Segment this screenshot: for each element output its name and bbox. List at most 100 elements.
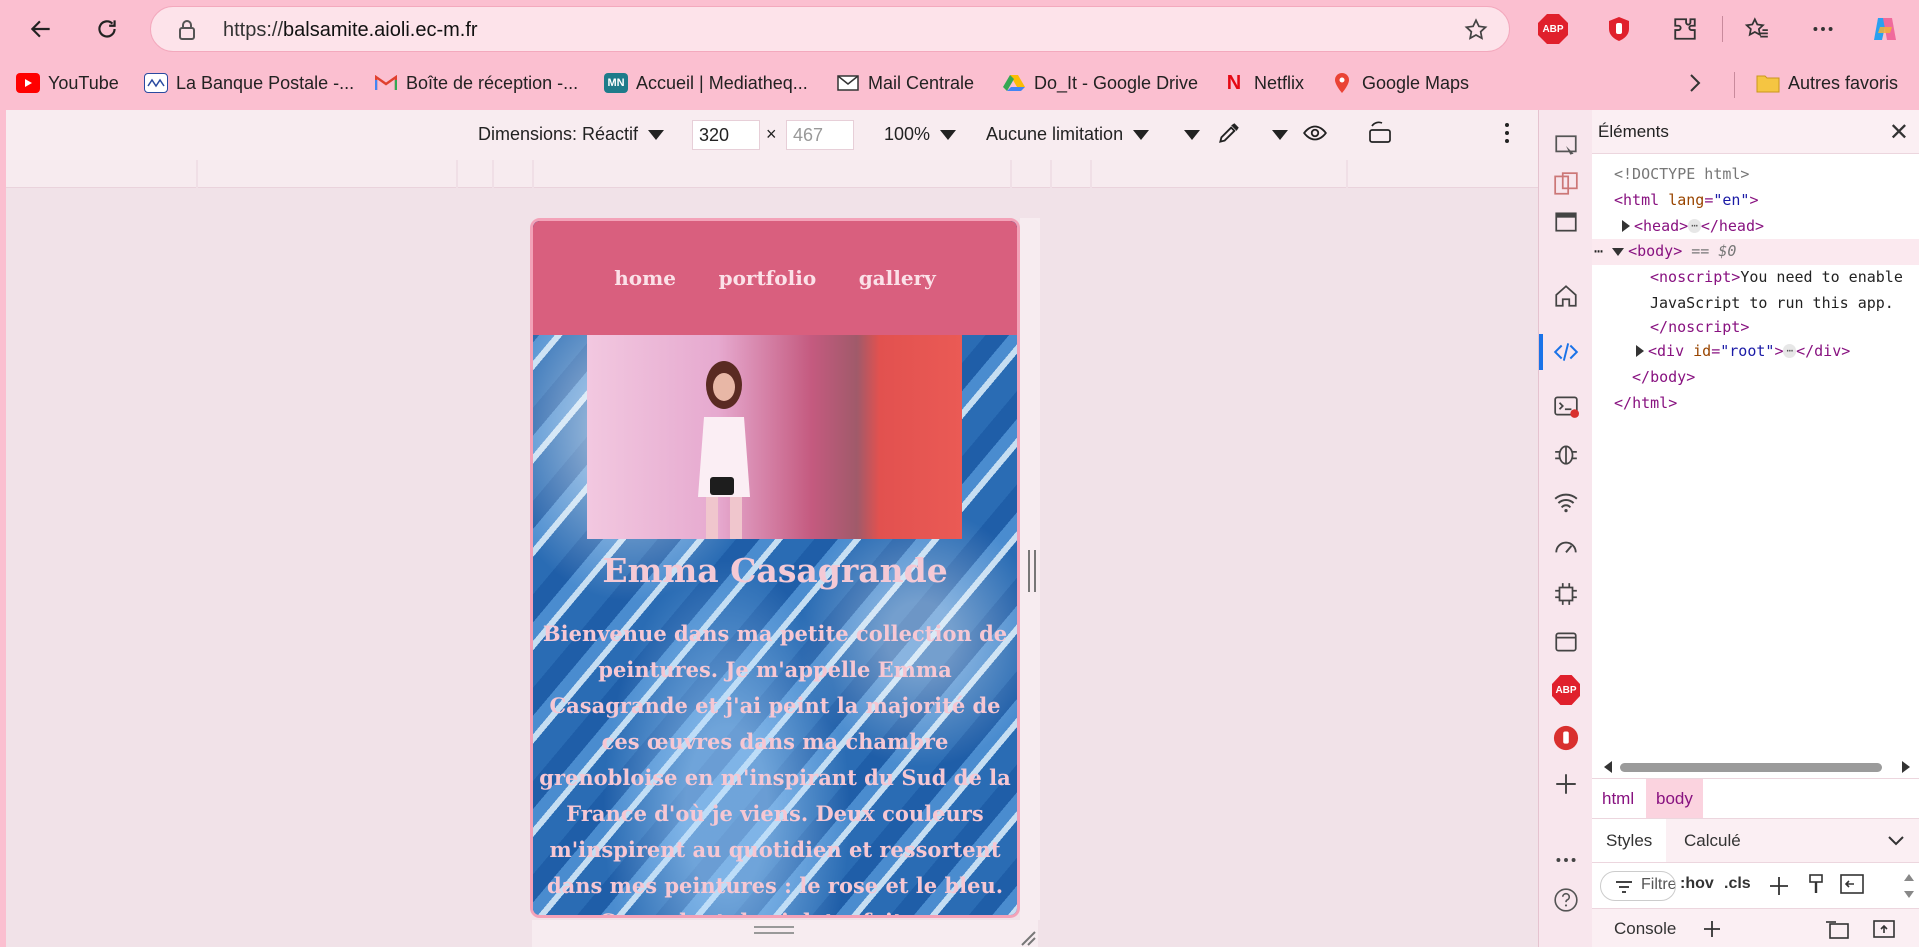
breadcrumb-body[interactable]: body	[1646, 779, 1703, 819]
dom-node-body[interactable]: ⋯ <body> == $0	[1592, 239, 1919, 266]
dom-node-html[interactable]: <html lang="en">	[1592, 188, 1919, 214]
add-tool-icon[interactable]	[1552, 770, 1580, 798]
dom-node-root-div[interactable]: <div id="root"> ⋯ </div>	[1592, 339, 1919, 365]
eyedropper-icon[interactable]	[1216, 120, 1242, 151]
star-icon[interactable]	[1463, 17, 1489, 43]
bookmark-mail-centrale[interactable]: Mail Centrale	[836, 68, 974, 98]
height-resize-handle[interactable]	[754, 926, 794, 934]
dimensions-dropdown[interactable]: Dimensions: Réactif	[478, 124, 665, 145]
toolbar-separator	[1722, 16, 1723, 42]
paint-brush-icon[interactable]	[1806, 873, 1826, 895]
chevron-down-icon[interactable]	[1887, 835, 1905, 847]
bug-icon[interactable]	[1552, 440, 1580, 468]
adblock-extension-icon[interactable]: ABP	[1536, 12, 1570, 46]
scroll-right-icon[interactable]	[1900, 760, 1912, 774]
youtube-icon	[16, 73, 40, 93]
lock-icon	[179, 20, 195, 40]
filter-icon	[1616, 881, 1632, 893]
copilot-icon[interactable]	[1868, 12, 1902, 46]
height-input[interactable]: 467	[786, 120, 854, 150]
memory-chip-icon[interactable]	[1552, 580, 1580, 608]
corner-resize-icon[interactable]	[1018, 928, 1036, 946]
horizontal-scrollbar[interactable]	[1602, 760, 1912, 774]
person-figure	[698, 361, 750, 539]
width-resize-handle[interactable]	[1028, 550, 1036, 592]
vision-dropdown[interactable]	[1262, 124, 1288, 145]
more-tools-icon[interactable]	[1552, 846, 1580, 874]
elements-code-icon[interactable]	[1552, 338, 1580, 366]
sidebar-toggle-icon[interactable]	[1840, 873, 1864, 895]
console-icon[interactable]	[1552, 392, 1580, 420]
ublock-panel-icon[interactable]	[1552, 724, 1580, 752]
netflix-icon: N	[1226, 71, 1242, 94]
address-bar[interactable]: https://balsamite.aioli.ec-m.fr	[150, 6, 1510, 52]
zoom-dropdown[interactable]: 100%	[884, 124, 957, 145]
extensions-puzzle-icon[interactable]	[1668, 12, 1702, 46]
bookmark-youtube[interactable]: YouTube	[16, 68, 119, 98]
bookmark-google-maps[interactable]: Google Maps	[1330, 68, 1469, 98]
performance-icon[interactable]	[1552, 534, 1580, 562]
more-options-dropdown[interactable]	[1174, 124, 1200, 145]
dom-node-doctype[interactable]: <!DOCTYPE html>	[1592, 162, 1919, 188]
console-tab[interactable]: Console	[1614, 919, 1676, 939]
nav-home-link[interactable]: home	[614, 266, 676, 290]
add-rule-icon[interactable]	[1768, 875, 1790, 897]
bookmark-google-drive[interactable]: Do_It - Google Drive	[1002, 68, 1198, 98]
nav-gallery-link[interactable]: gallery	[859, 266, 936, 290]
wifi-icon[interactable]	[1552, 488, 1580, 516]
application-icon[interactable]	[1552, 628, 1580, 656]
more-menu-icon[interactable]	[1806, 12, 1840, 46]
dom-node-body-close[interactable]: </body>	[1592, 365, 1919, 391]
inspect-icon[interactable]	[1552, 132, 1580, 160]
dom-tree[interactable]: <!DOCTYPE html> <html lang="en"> <head> ⋯…	[1592, 162, 1919, 416]
class-toggle[interactable]: .cls	[1724, 875, 1751, 893]
favorites-star-icon[interactable]	[1740, 12, 1774, 46]
kebab-menu-icon[interactable]	[1502, 120, 1512, 151]
active-tab-indicator	[1539, 334, 1543, 370]
scrollbar-thumb[interactable]	[1620, 763, 1882, 772]
home-icon[interactable]	[1552, 282, 1580, 310]
eye-icon[interactable]	[1302, 120, 1328, 151]
tab-styles[interactable]: Styles	[1592, 819, 1667, 863]
help-icon[interactable]	[1552, 886, 1580, 914]
bookmark-mediatheque[interactable]: MN Accueil | Mediatheq...	[604, 68, 808, 98]
hover-state-toggle[interactable]: :hov	[1680, 875, 1714, 893]
expand-triangle-icon[interactable]	[1636, 345, 1644, 358]
throttle-dropdown[interactable]: Aucune limitation	[986, 124, 1150, 145]
dom-node-head[interactable]: <head> ⋯ </head>	[1592, 214, 1919, 240]
scroll-left-icon[interactable]	[1602, 760, 1614, 774]
window-icon[interactable]	[1552, 208, 1580, 236]
dom-node-noscript[interactable]: <noscript>You need to enable	[1592, 265, 1919, 291]
console-drawer-bar: Console	[1592, 908, 1919, 947]
filter-input[interactable]: Filtrer	[1600, 871, 1676, 901]
bookmark-gmail[interactable]: Boîte de réception -...	[374, 68, 578, 98]
collapse-triangle-icon[interactable]	[1612, 247, 1625, 256]
device-toggle-icon[interactable]	[1552, 170, 1580, 198]
add-drawer-tab-icon[interactable]	[1702, 919, 1722, 939]
ublock-extension-icon[interactable]	[1602, 12, 1636, 46]
tab-computed[interactable]: Calculé	[1670, 819, 1755, 863]
dom-node-html-close[interactable]: </html>	[1592, 391, 1919, 417]
breadcrumb-html[interactable]: html	[1592, 779, 1644, 819]
adblock-panel-icon[interactable]: ABP	[1552, 675, 1580, 705]
bookmarks-overflow-button[interactable]	[1688, 68, 1702, 98]
dock-icon[interactable]	[1824, 918, 1850, 940]
media-query-ruler[interactable]	[6, 160, 1538, 188]
rotate-device-icon[interactable]	[1366, 120, 1394, 151]
emulated-viewport[interactable]: home portfolio gallery Emma Casagrande B…	[530, 218, 1020, 918]
nav-portfolio-link[interactable]: portfolio	[719, 266, 817, 290]
bookmarks-separator	[1734, 72, 1735, 98]
bookmark-banque-postale[interactable]: La Banque Postale -...	[144, 68, 354, 98]
reload-button[interactable]	[88, 10, 126, 48]
back-button[interactable]	[22, 10, 60, 48]
width-input[interactable]: 320	[692, 120, 760, 150]
dom-node-noscript-close[interactable]: </noscript>	[1592, 315, 1919, 339]
expand-drawer-icon[interactable]	[1872, 918, 1896, 940]
scroll-arrows-icon[interactable]	[1902, 871, 1916, 901]
expand-triangle-icon[interactable]	[1622, 220, 1630, 233]
bookmark-netflix[interactable]: N Netflix	[1222, 68, 1304, 98]
dimension-separator: ×	[766, 124, 777, 144]
folder-icon	[1756, 73, 1780, 93]
other-bookmarks-folder[interactable]: Autres favoris	[1756, 68, 1898, 98]
close-icon[interactable]: ✕	[1889, 118, 1909, 147]
